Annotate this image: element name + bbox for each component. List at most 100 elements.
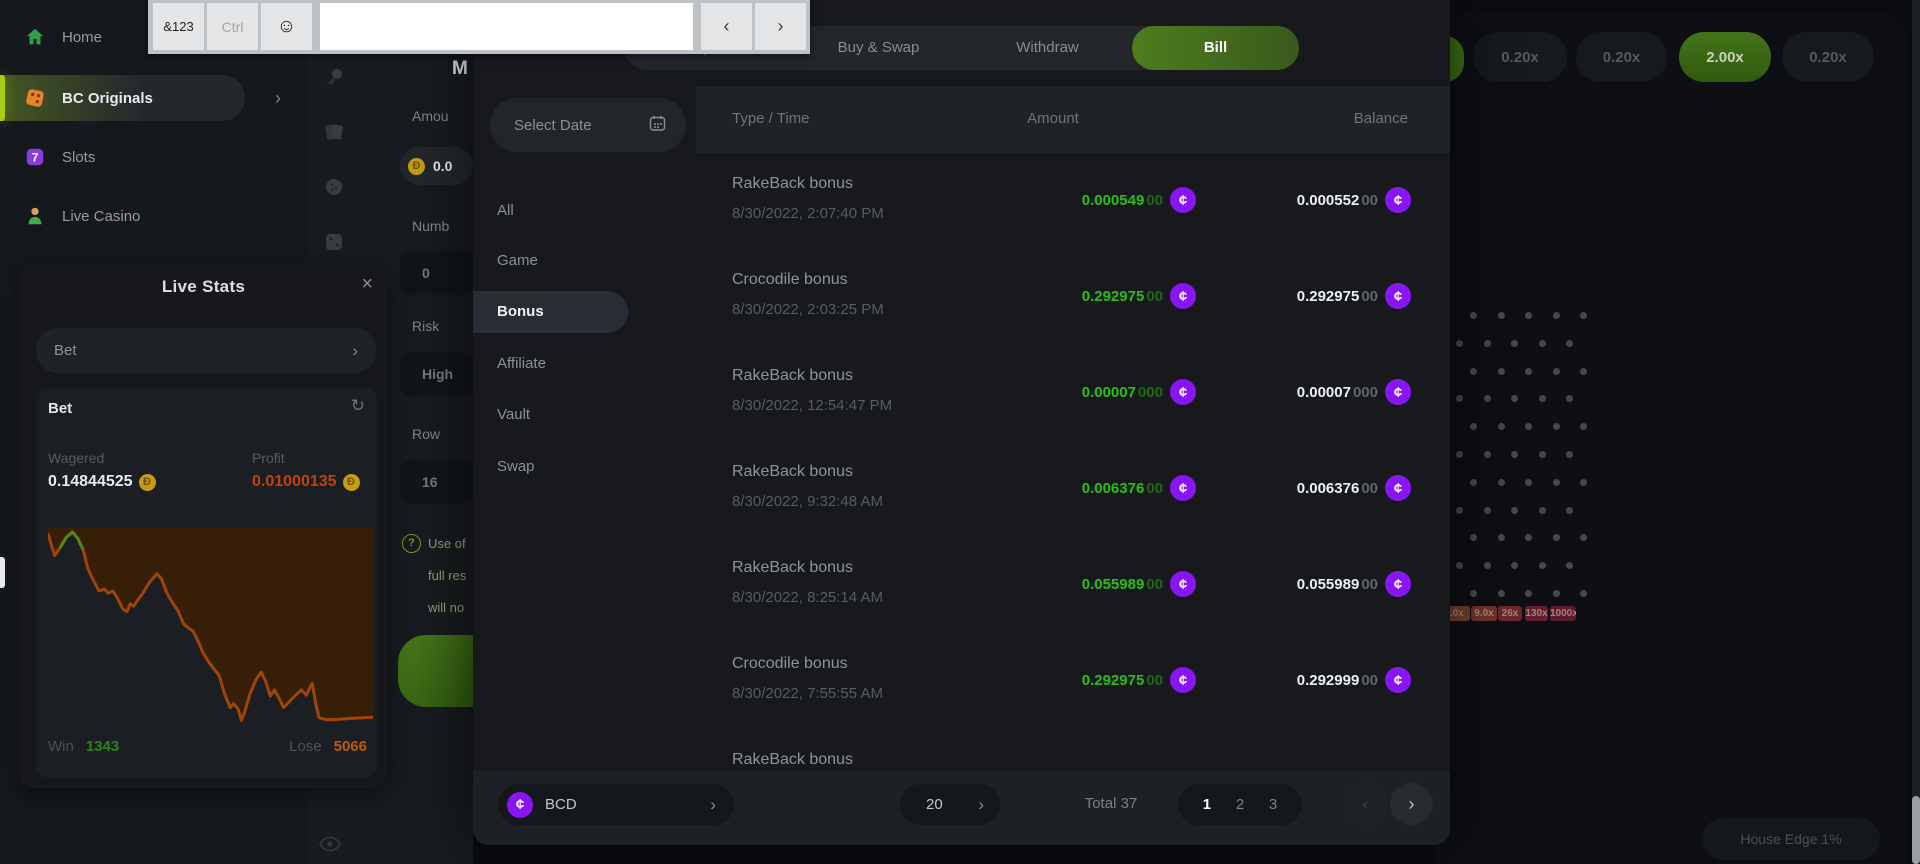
multiplier-pill[interactable]: 0.20x — [1782, 32, 1874, 82]
sidebar-item-bc-originals[interactable]: BC Originals — [0, 75, 245, 121]
dice-rail-icon[interactable] — [322, 230, 346, 254]
ctrl-key[interactable]: Ctrl — [207, 3, 258, 50]
filter-affiliate[interactable]: Affiliate — [473, 343, 628, 385]
bcd-coin-icon: ¢ — [507, 792, 533, 818]
page-scrollbar[interactable] — [1912, 0, 1920, 864]
plinko-peg — [1580, 312, 1587, 319]
table-row: RakeBack bonus 8/30/2022, 2:07:40 PM 0.0… — [696, 153, 1450, 249]
risk-select[interactable]: High — [400, 352, 473, 396]
plinko-peg — [1566, 340, 1573, 347]
bet-amount-field[interactable]: Ð 0.0 — [400, 147, 473, 185]
plinko-peg — [1539, 507, 1546, 514]
transaction-amount: 0.00054900¢ — [1082, 187, 1196, 213]
transaction-type: RakeBack bonus — [732, 751, 853, 769]
table-header: Type / Time Amount Balance — [696, 86, 1450, 153]
hint-line: full res — [428, 560, 466, 592]
page-size-value: 20 — [926, 796, 943, 813]
doge-coin-icon: Ð — [139, 474, 156, 491]
pagination-page-3[interactable]: 3 — [1269, 796, 1277, 813]
plinko-peg — [1470, 590, 1477, 597]
win-value: 1343 — [86, 738, 119, 755]
date-filter[interactable]: Select Date — [490, 98, 686, 152]
filter-game[interactable]: Game — [473, 240, 628, 282]
multiplier-pill[interactable]: 2.00x — [1679, 32, 1771, 82]
plinko-peg — [1580, 590, 1587, 597]
plinko-peg — [1580, 368, 1587, 375]
currency-selector[interactable]: ¢ BCD › — [498, 784, 734, 825]
refresh-icon[interactable]: ↻ — [351, 396, 365, 416]
filter-vault[interactable]: Vault — [473, 394, 628, 436]
filter-swap[interactable]: Swap — [473, 446, 628, 488]
plinko-peg — [1498, 590, 1505, 597]
keyboard-next-key[interactable]: › — [755, 3, 806, 50]
home-icon — [22, 24, 48, 50]
lose-label: Lose — [289, 738, 322, 755]
ball-icon[interactable] — [322, 175, 346, 199]
date-filter-placeholder: Select Date — [514, 117, 592, 134]
bcd-coin-icon: ¢ — [1170, 475, 1196, 501]
live-stats-panel: Live Stats × Bet › Bet ↻ Wagered 0.14844… — [20, 263, 387, 788]
plinko-peg — [1498, 423, 1505, 430]
emoji-key[interactable]: ☺ — [261, 3, 312, 50]
plinko-peg — [1553, 312, 1560, 319]
wagered-value: 0.14844525 — [48, 473, 133, 491]
bcd-coin-icon: ¢ — [1385, 283, 1411, 309]
tab-bill[interactable]: Bill — [1132, 26, 1299, 70]
plinko-peg — [1470, 312, 1477, 319]
wagered-block: Wagered 0.14844525Ð — [48, 450, 156, 491]
comet-icon[interactable] — [322, 65, 346, 89]
close-icon[interactable]: × — [361, 273, 373, 296]
profit-sparkline-chart — [48, 528, 373, 727]
page-size-selector[interactable]: 20 › — [900, 784, 1000, 825]
question-icon: ? — [402, 534, 421, 553]
transaction-balance: 0.29297500¢ — [1297, 283, 1411, 309]
chevron-right-icon[interactable]: › — [275, 88, 281, 109]
transaction-type: RakeBack bonus — [732, 559, 853, 577]
table-row: RakeBack bonus 8/30/2022, 9:32:48 AM 0.0… — [696, 441, 1450, 537]
rows-select[interactable]: 16 — [400, 460, 473, 504]
slot-multiplier-badge: 130x — [1525, 606, 1548, 621]
bcd-coin-icon: ¢ — [1170, 379, 1196, 405]
plinko-peg — [1498, 312, 1505, 319]
multiplier-pill[interactable]: 0.20x — [1576, 32, 1667, 82]
eye-icon[interactable] — [318, 836, 342, 857]
multiplier-pill[interactable]: 0.20x — [1473, 32, 1567, 82]
slot-multiplier-badge: 9.0x — [1471, 606, 1497, 621]
keyboard-prev-key[interactable]: ‹ — [701, 3, 752, 50]
number-field[interactable]: 0 — [400, 251, 473, 295]
scrollbar-thumb[interactable] — [1912, 796, 1920, 864]
transaction-amount: 0.00637600¢ — [1082, 475, 1196, 501]
chevron-right-icon: › — [978, 795, 984, 815]
tab-buy-swap[interactable]: Buy & Swap — [794, 26, 963, 70]
bet-button[interactable] — [398, 635, 473, 707]
plinko-peg — [1498, 479, 1505, 486]
sidebar-item-live-casino[interactable]: Live Casino — [0, 194, 306, 238]
tab-withdraw[interactable]: Withdraw — [963, 26, 1132, 70]
transaction-time: 8/30/2022, 2:03:25 PM — [732, 301, 884, 318]
chevron-right-icon: › — [352, 341, 358, 361]
pagination-page-1[interactable]: 1 — [1203, 796, 1211, 813]
bcd-coin-icon: ¢ — [1385, 475, 1411, 501]
transaction-amount: 0.05598900¢ — [1082, 571, 1196, 597]
transaction-time: 8/30/2022, 8:25:14 AM — [732, 589, 883, 606]
filter-bonus[interactable]: Bonus — [473, 291, 628, 333]
filter-all[interactable]: All — [473, 190, 628, 232]
pagination-next-button[interactable]: › — [1390, 783, 1433, 825]
pagination-page-2[interactable]: 2 — [1236, 796, 1244, 813]
transaction-type: Crocodile bonus — [732, 655, 848, 673]
plinko-peg — [1525, 368, 1532, 375]
sidebar-item-label: Live Casino — [62, 208, 140, 225]
app-root: Home BC Originals › 7 Slots Live Casino — [0, 0, 1920, 864]
plinko-peg — [1456, 451, 1463, 458]
stats-mode-selector[interactable]: Bet › — [36, 328, 376, 373]
sidebar-item-slots[interactable]: 7 Slots — [0, 135, 306, 179]
plinko-peg — [1511, 451, 1518, 458]
cards-icon[interactable] — [322, 120, 346, 144]
transaction-time: 8/30/2022, 2:07:40 PM — [732, 205, 884, 222]
pagination-prev-button[interactable]: ‹ — [1344, 783, 1387, 825]
plinko-peg — [1484, 562, 1491, 569]
symbols-key[interactable]: &123 — [153, 3, 204, 50]
bet-mode-heading-partial: M — [452, 58, 468, 80]
lose-value: 5066 — [334, 738, 367, 755]
keyboard-text-field[interactable] — [320, 3, 693, 50]
